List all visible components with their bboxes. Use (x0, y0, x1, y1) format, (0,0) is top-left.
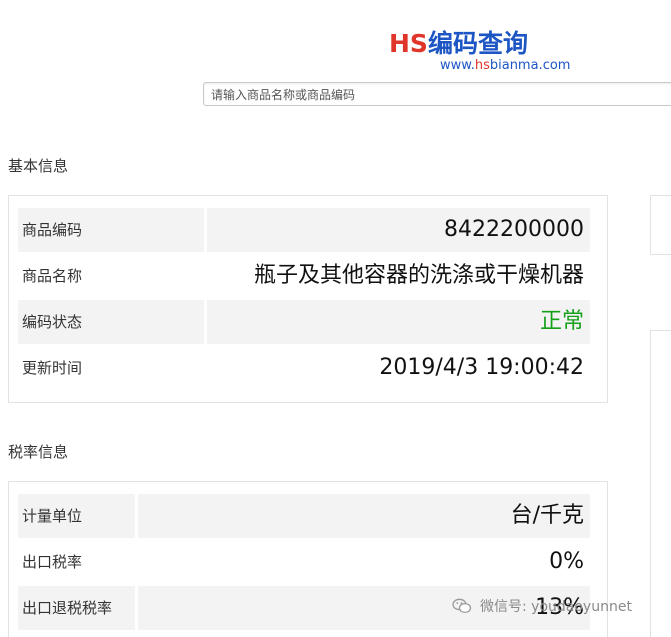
logo-hs-text: HS (389, 29, 428, 58)
basic-info-title: 基本信息 (8, 157, 69, 175)
row-label: 商品名称 (22, 267, 83, 285)
updated-time-value: 2019/4/3 19:00:42 (379, 355, 584, 380)
row-label: 出口税率 (22, 553, 83, 571)
export-tax-value: 0% (549, 549, 584, 574)
site-logo[interactable]: HS编码查询 (389, 24, 528, 60)
row-label: 编码状态 (18, 300, 204, 344)
row-export-tax: 出口税率 0% (18, 540, 590, 584)
side-panel (650, 195, 671, 255)
site-url-hs: hs (474, 58, 490, 73)
row-hs-code: 商品编码 8422200000 (18, 208, 590, 252)
watermark-text: 微信号: youdaoyunnet (480, 599, 632, 615)
hs-code-value: 8422200000 (207, 208, 590, 252)
row-updated-time: 更新时间 2019/4/3 19:00:42 (18, 346, 590, 390)
site-url-prefix: www. (440, 58, 475, 73)
watermark: 微信号: youdaoyunnet (452, 596, 632, 616)
site-url[interactable]: www.hsbianma.com (440, 58, 570, 73)
logo-title-text: 编码查询 (427, 29, 528, 58)
site-url-suffix: bianma.com (489, 58, 571, 73)
product-name-value: 瓶子及其他容器的洗涤或干燥机器 (253, 263, 584, 288)
row-product-name: 商品名称 瓶子及其他容器的洗涤或干燥机器 (18, 254, 590, 298)
row-label: 更新时间 (22, 359, 83, 377)
search-input[interactable]: 请输入商品名称或商品编码 (203, 82, 671, 106)
row-label: 出口退税税率 (18, 586, 135, 630)
status-badge: 正常 (207, 300, 590, 344)
row-label: 商品编码 (18, 208, 204, 252)
tax-info-title: 税率信息 (8, 443, 69, 461)
unit-value: 台/千克 (138, 494, 590, 538)
side-panel (650, 330, 671, 637)
row-unit: 计量单位 台/千克 (18, 494, 590, 538)
row-label: 计量单位 (18, 494, 135, 538)
wechat-icon (452, 598, 472, 614)
row-code-status: 编码状态 正常 (18, 300, 590, 344)
